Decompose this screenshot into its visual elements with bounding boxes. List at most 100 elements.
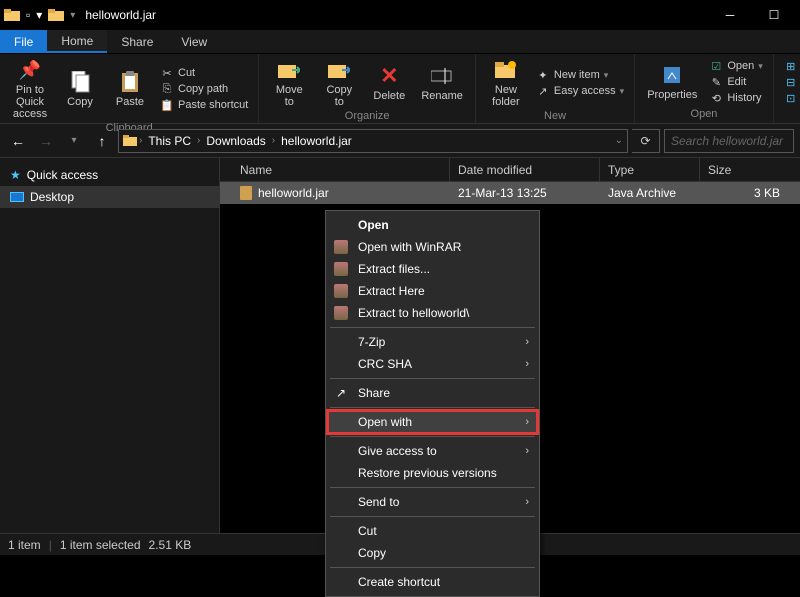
breadcrumb-helloworld[interactable]: helloworld.jar [277,134,356,148]
chevron-icon[interactable]: › [197,135,200,146]
ctx-extract-files[interactable]: Extract files... [328,258,537,280]
column-date[interactable]: Date modified [450,158,600,181]
ctx-copy[interactable]: Copy [328,542,537,564]
chevron-right-icon: › [525,358,529,370]
ctx-extract-to[interactable]: Extract to helloworld\ [328,302,537,324]
tab-share[interactable]: Share [107,30,167,53]
minimize-button[interactable]: ─ [708,0,752,30]
properties-icon [660,63,684,87]
ctx-send-to[interactable]: Send to› [328,491,537,513]
file-type: Java Archive [600,186,700,200]
search-input[interactable]: Search helloworld.jar [664,129,794,153]
tab-view[interactable]: View [167,30,221,53]
group-new: New folder ✦New item ▾ ↗Easy access ▾ Ne… [476,54,635,123]
new-item-button[interactable]: ✦New item ▾ [534,68,626,83]
titlebar: ▫ ▾ ▾ helloworld.jar ─ ☐ [0,0,800,30]
ctx-open-with[interactable]: Open with› [328,411,537,433]
properties-button[interactable]: Properties [643,61,701,103]
pin-quick-access-button[interactable]: 📌Pin to Quick access [8,56,52,122]
select-all-button[interactable]: ⊞Select all [782,59,800,74]
sidebar-quick-access[interactable]: ★Quick access [0,164,219,186]
column-headers: Name Date modified Type Size [220,158,800,182]
chevron-icon[interactable]: › [272,135,275,146]
address-folder-icon [123,135,137,146]
separator [330,327,535,328]
recent-button[interactable]: ▾ [62,129,86,153]
refresh-button[interactable]: ⟳ [632,129,660,153]
explorer-icon [4,8,20,22]
ctx-open-winrar[interactable]: Open with WinRAR [328,236,537,258]
invert-icon: ⊡ [784,92,798,105]
back-button[interactable]: ← [6,129,30,153]
chevron-right-icon: › [525,496,529,508]
ctx-crc-sha[interactable]: CRC SHA› [328,353,537,375]
column-type[interactable]: Type [600,158,700,181]
column-name[interactable]: Name [220,158,450,181]
file-size: 3 KB [700,186,800,200]
share-icon: ↗ [332,386,350,400]
chevron-right-icon: › [525,416,529,428]
edit-button[interactable]: ✎Edit [707,75,764,90]
ctx-7zip[interactable]: 7-Zip› [328,331,537,353]
window-title: helloworld.jar [85,8,156,22]
paste-button[interactable]: Paste [108,68,152,110]
new-item-icon: ✦ [536,69,550,82]
chevron-right-icon: › [525,445,529,457]
tab-file[interactable]: File [0,30,47,53]
delete-button[interactable]: ✕Delete [367,62,411,104]
jar-icon [240,186,252,200]
invert-selection-button[interactable]: ⊡Invert selection [782,91,800,106]
file-row[interactable]: helloworld.jar 21-Mar-13 13:25 Java Arch… [220,182,800,204]
copy-to-icon [327,58,351,82]
qat-properties-icon[interactable]: ▾ [36,8,42,22]
ctx-restore[interactable]: Restore previous versions [328,462,537,484]
move-icon [277,58,301,82]
ctx-extract-here[interactable]: Extract Here [328,280,537,302]
column-size[interactable]: Size [700,158,800,181]
chevron-icon[interactable]: › [139,135,142,146]
group-clipboard: 📌Pin to Quick access Copy Paste ✂Cut ⎘Co… [0,54,259,123]
breadcrumb-this-pc[interactable]: This PC [144,134,195,148]
address-bar[interactable]: › This PC › Downloads › helloworld.jar ⌄ [118,129,628,153]
breadcrumb-downloads[interactable]: Downloads [202,134,269,148]
select-none-button[interactable]: ⊟Select none [782,75,800,90]
open-button[interactable]: ☑Open ▾ [707,59,764,74]
ctx-cut[interactable]: Cut [328,520,537,542]
file-date: 21-Mar-13 13:25 [450,186,600,200]
address-dropdown-icon[interactable]: ⌄ [615,135,623,146]
qat-new-icon[interactable]: ▫ [26,8,30,22]
easy-access-button[interactable]: ↗Easy access ▾ [534,84,626,99]
new-folder-button[interactable]: New folder [484,56,528,110]
history-button[interactable]: ⟲History [707,91,764,106]
maximize-button[interactable]: ☐ [752,0,796,30]
ctx-create-shortcut[interactable]: Create shortcut [328,571,537,593]
status-selected: 1 item selected [60,538,141,552]
copy-icon [68,70,92,94]
context-menu: Open Open with WinRAR Extract files... E… [325,210,540,597]
cut-button[interactable]: ✂Cut [158,66,250,81]
qat-folder-icon[interactable] [48,8,64,22]
winrar-icon [332,262,350,276]
forward-button[interactable]: → [34,129,58,153]
separator [330,436,535,437]
up-button[interactable]: ↑ [90,129,114,153]
copy-to-button[interactable]: Copy to [317,56,361,110]
rename-button[interactable]: Rename [417,62,467,104]
scissors-icon: ✂ [160,67,174,80]
ribbon-tabs: File Home Share View [0,30,800,54]
qat-dropdown-icon[interactable]: ▾ [70,10,75,21]
copy-button[interactable]: Copy [58,68,102,110]
move-to-button[interactable]: Move to [267,56,311,110]
tab-home[interactable]: Home [47,30,107,53]
shortcut-icon: 📋 [160,99,174,112]
ctx-give-access[interactable]: Give access to› [328,440,537,462]
ctx-share[interactable]: ↗Share [328,382,537,404]
ctx-open[interactable]: Open [328,214,537,236]
navbar: ← → ▾ ↑ › This PC › Downloads › hellowor… [0,124,800,158]
paste-shortcut-button[interactable]: 📋Paste shortcut [158,98,250,113]
copy-path-button[interactable]: ⎘Copy path [158,82,250,97]
desktop-icon [10,192,24,202]
select-none-icon: ⊟ [784,76,798,89]
ribbon: 📌Pin to Quick access Copy Paste ✂Cut ⎘Co… [0,54,800,124]
sidebar-desktop[interactable]: Desktop [0,186,219,208]
